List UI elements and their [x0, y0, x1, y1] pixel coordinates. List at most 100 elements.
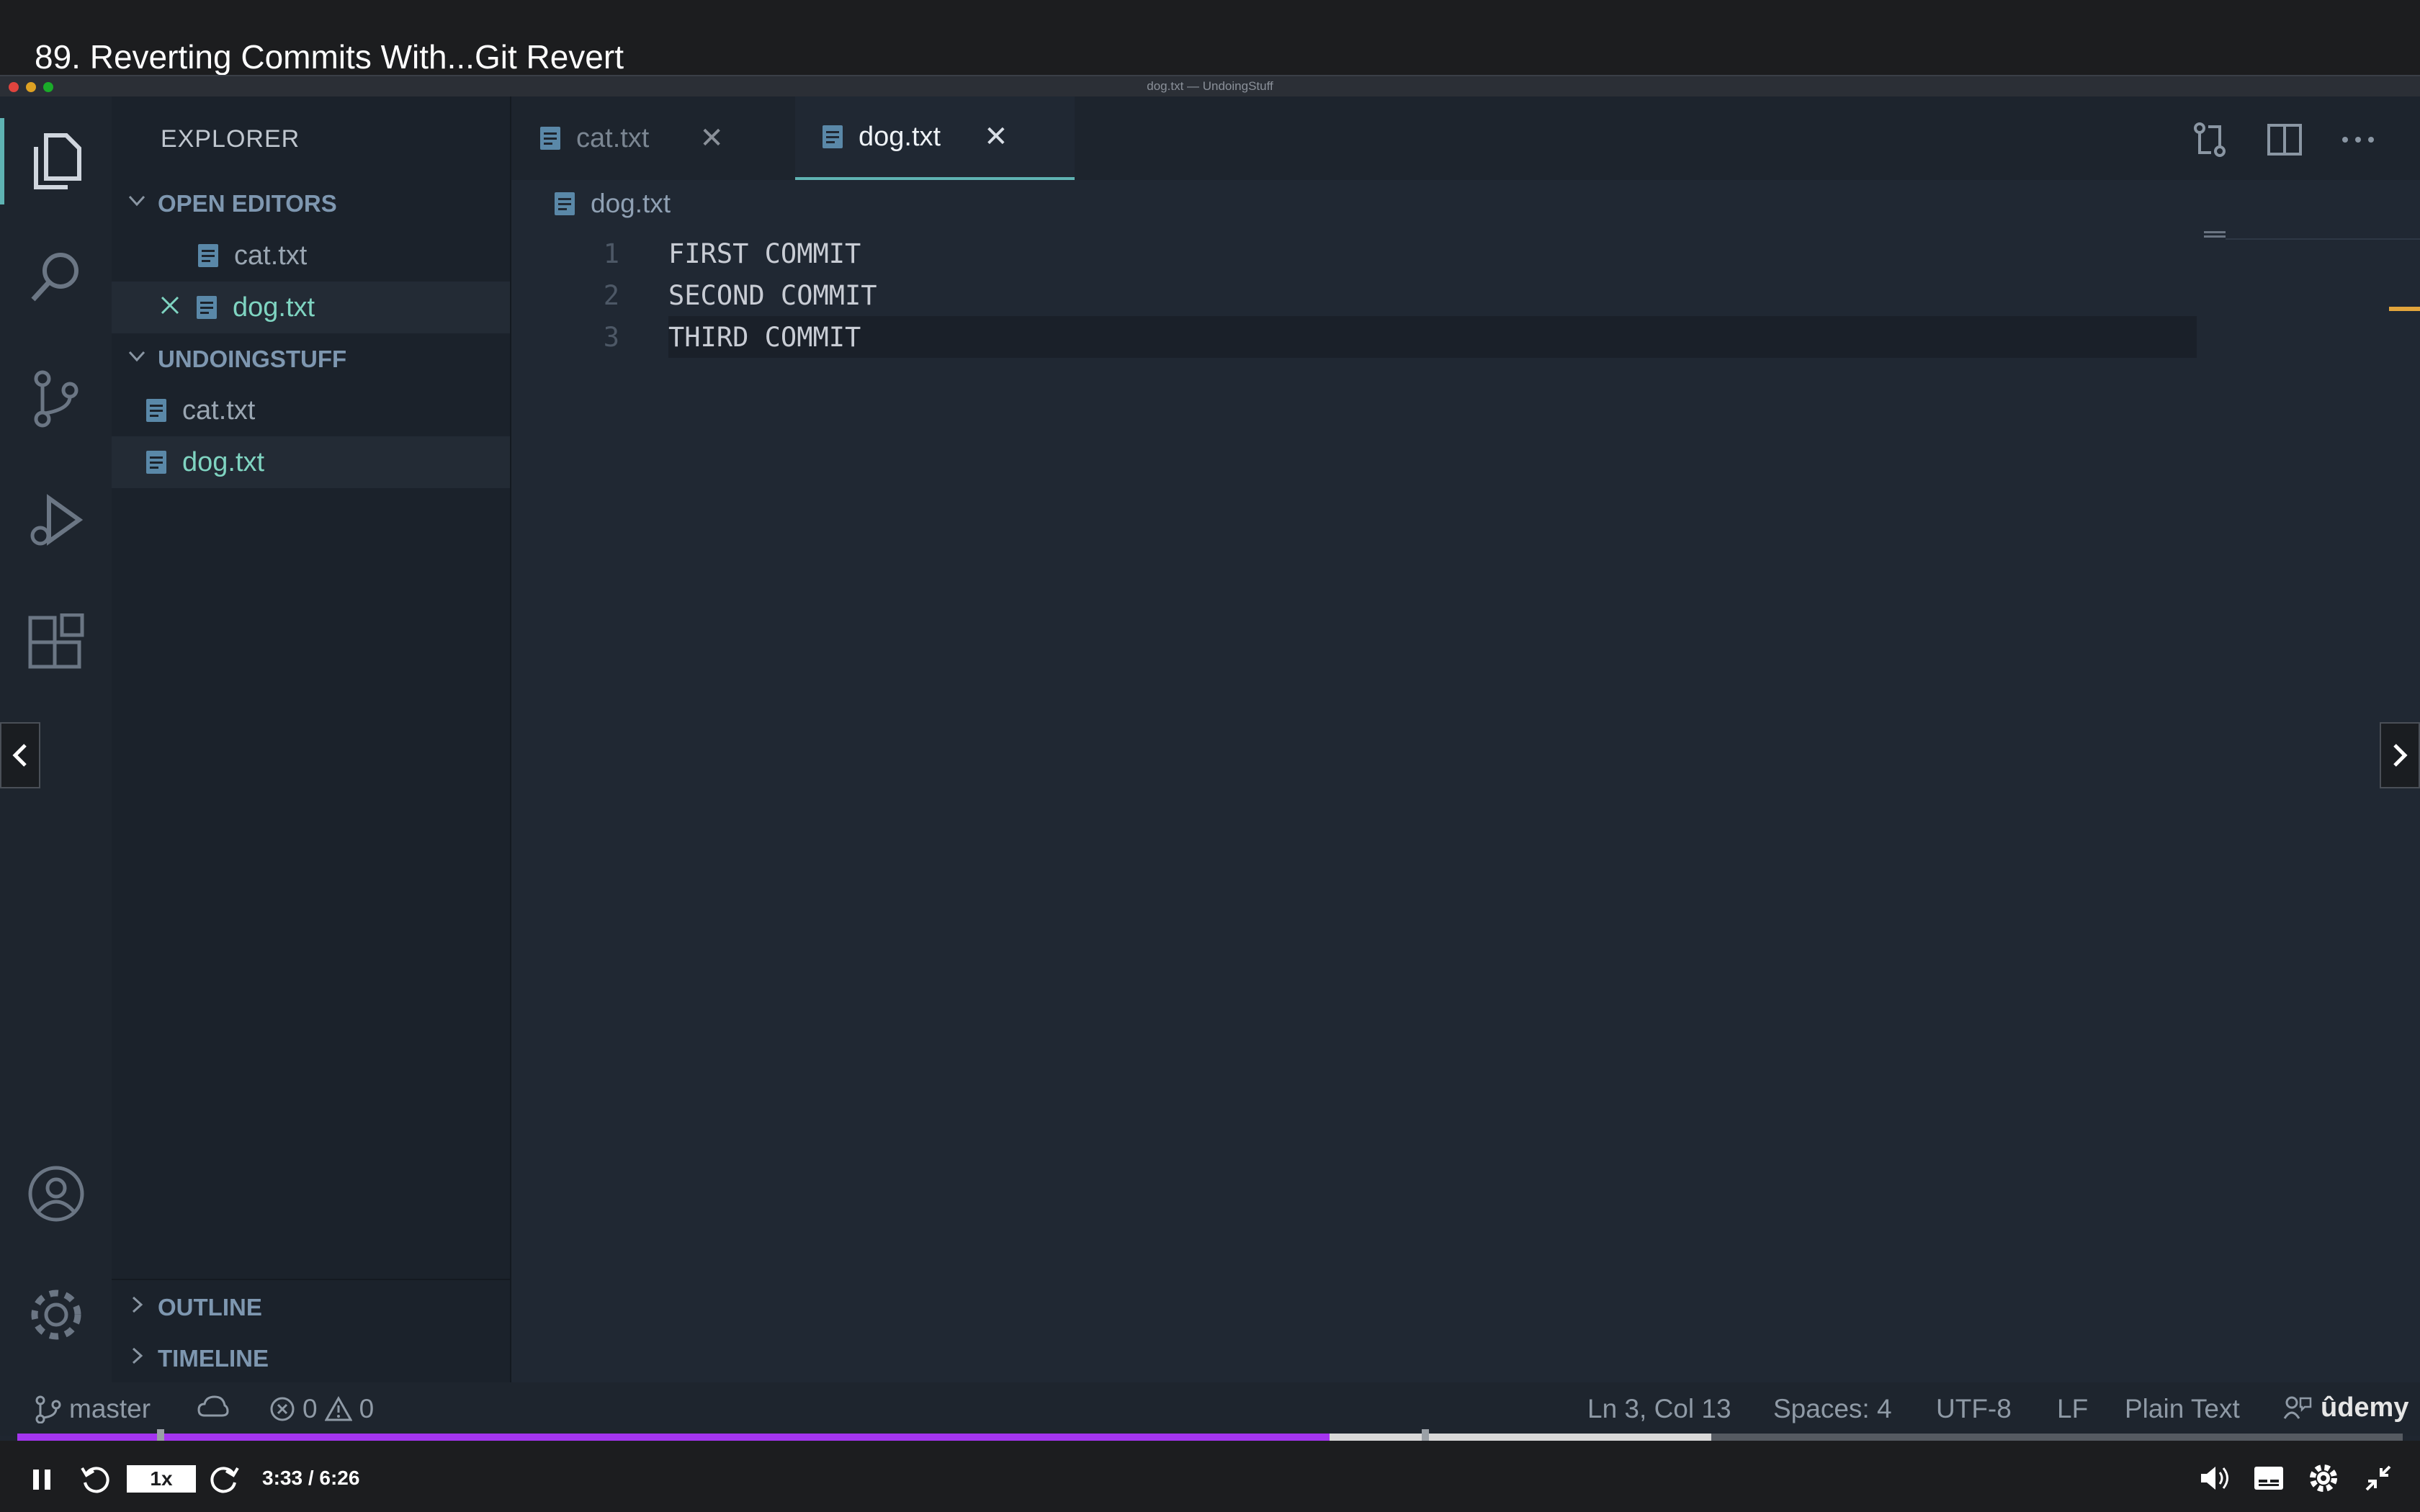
breadcrumb[interactable]: dog.txt [553, 189, 671, 219]
encoding-text: UTF-8 [1936, 1394, 2012, 1423]
file-icon [555, 192, 575, 215]
video-title: 89. Reverting Commits With...Git Revert [35, 38, 624, 76]
playback-time: 3:33 / 6:26 [262, 1467, 360, 1489]
encoding[interactable]: UTF-8 [1936, 1394, 2012, 1424]
feedback-button[interactable] [2283, 1394, 2312, 1420]
open-editors-section-header[interactable]: OPEN EDITORS [126, 190, 337, 217]
outline-section-header[interactable]: OUTLINE [126, 1294, 262, 1321]
search-icon[interactable] [20, 240, 92, 312]
tab-label: cat.txt [576, 122, 650, 153]
captions-icon [2254, 1467, 2283, 1490]
captions-button[interactable] [2250, 1459, 2287, 1497]
close-icon[interactable] [159, 292, 181, 323]
code-line-current[interactable]: 3 THIRD COMMIT [511, 316, 2197, 358]
language-mode[interactable]: Plain Text [2125, 1394, 2240, 1424]
sync-button[interactable] [197, 1394, 229, 1420]
playback-speed-button[interactable]: 1x [127, 1465, 196, 1493]
run-debug-icon[interactable] [20, 485, 92, 557]
cursor-position-text: Ln 3, Col 13 [1587, 1394, 1731, 1423]
watermark-text: ûdemy [2321, 1392, 2409, 1423]
file-icon [540, 127, 560, 150]
rewind-button[interactable] [76, 1461, 114, 1498]
chevron-down-icon [126, 190, 148, 217]
end-of-line[interactable]: LF [2057, 1394, 2088, 1424]
language-text: Plain Text [2125, 1394, 2240, 1423]
chevron-right-icon [126, 1345, 148, 1372]
branch-name: master [69, 1394, 151, 1423]
settings-button[interactable] [2305, 1459, 2342, 1497]
current-line-highlight [668, 316, 2197, 358]
editor-area: cat.txt ✕ dog.txt ✕ dog.txt 1 FIRST COMM… [511, 96, 2420, 1382]
folder-section-header[interactable]: UNDOINGSTUFF [126, 346, 346, 373]
next-lecture-button[interactable] [2380, 722, 2420, 788]
error-count: 0 [302, 1394, 318, 1423]
tab-label: dog.txt [859, 121, 941, 152]
video-progress-bar[interactable] [17, 1429, 2403, 1445]
tab-dog-txt[interactable]: dog.txt ✕ [795, 96, 1075, 180]
file-icon [823, 125, 843, 148]
exit-fullscreen-button[interactable] [2360, 1459, 2397, 1497]
minimap-slider[interactable] [2226, 238, 2420, 240]
file-label: cat.txt [182, 395, 256, 426]
exit-fullscreen-icon [2365, 1465, 2391, 1491]
code-line[interactable]: 1 FIRST COMMIT [511, 233, 2197, 274]
indentation[interactable]: Spaces: 4 [1773, 1394, 1892, 1424]
open-editor-label: dog.txt [233, 292, 315, 323]
more-actions-icon[interactable] [2335, 117, 2381, 163]
line-text: FIRST COMMIT [668, 238, 861, 269]
folder-label: UNDOINGSTUFF [158, 346, 347, 372]
feedback-icon [2283, 1396, 2312, 1419]
error-icon [270, 1397, 295, 1421]
chevron-down-icon [126, 346, 148, 373]
cloud-sync-icon [197, 1395, 229, 1417]
cursor-position[interactable]: Ln 3, Col 13 [1587, 1394, 1731, 1424]
split-editor-icon[interactable] [2262, 117, 2308, 163]
warning-icon [324, 1396, 352, 1421]
tab-cat-txt[interactable]: cat.txt ✕ [539, 96, 798, 180]
chevron-left-icon [12, 744, 27, 767]
pause-icon [33, 1470, 50, 1490]
file-icon [146, 451, 166, 474]
breadcrumb-file: dog.txt [591, 189, 671, 218]
sidebar-title: EXPLORER [161, 125, 300, 153]
video-title-bar: 89. Reverting Commits With...Git Revert [0, 0, 2420, 76]
previous-lecture-button[interactable] [0, 722, 40, 788]
code-line[interactable]: 2 SECOND COMMIT [511, 274, 2197, 316]
active-view-indicator [0, 118, 4, 204]
indentation-text: Spaces: 4 [1773, 1394, 1892, 1423]
pause-button[interactable] [24, 1462, 59, 1497]
explorer-icon[interactable] [20, 125, 92, 197]
file-item-cat[interactable]: cat.txt [112, 384, 510, 436]
branch-indicator[interactable]: master [33, 1394, 151, 1424]
close-icon[interactable]: ✕ [699, 122, 724, 155]
settings-gear-icon[interactable] [20, 1279, 92, 1351]
open-editor-item-dog[interactable]: dog.txt [112, 282, 510, 333]
file-icon [197, 296, 217, 319]
udemy-watermark: ûdemy [2321, 1392, 2408, 1423]
window-title: dog.txt — UndoingStuff [1147, 79, 1273, 93]
chevron-right-icon [126, 1294, 148, 1321]
forward-button[interactable] [206, 1461, 243, 1498]
open-editor-item-cat[interactable]: cat.txt [112, 230, 510, 282]
divider [112, 1279, 510, 1280]
volume-icon [2201, 1467, 2228, 1490]
file-label: dog.txt [182, 446, 265, 477]
file-item-dog[interactable]: dog.txt [112, 436, 510, 488]
status-bar: master 0 0 Ln 3, Col 13 Spaces: 4 UTF-8 … [0, 1382, 2420, 1436]
warning-count: 0 [359, 1394, 375, 1423]
git-branch-icon [35, 1395, 61, 1423]
account-icon[interactable] [20, 1158, 92, 1230]
rewind-icon [81, 1467, 109, 1493]
source-control-icon[interactable] [20, 363, 92, 435]
chevron-right-icon [2393, 744, 2408, 767]
extensions-icon[interactable] [20, 608, 92, 680]
line-text: SECOND COMMIT [668, 280, 877, 311]
timeline-section-header[interactable]: TIMELINE [126, 1345, 269, 1372]
gear-icon [2310, 1464, 2337, 1492]
file-icon [198, 244, 218, 267]
close-icon[interactable]: ✕ [984, 120, 1008, 153]
volume-button[interactable] [2195, 1459, 2233, 1497]
minimap[interactable] [2204, 231, 2226, 238]
problems-indicator[interactable]: 0 0 [269, 1394, 374, 1424]
open-changes-icon[interactable] [2187, 117, 2233, 163]
